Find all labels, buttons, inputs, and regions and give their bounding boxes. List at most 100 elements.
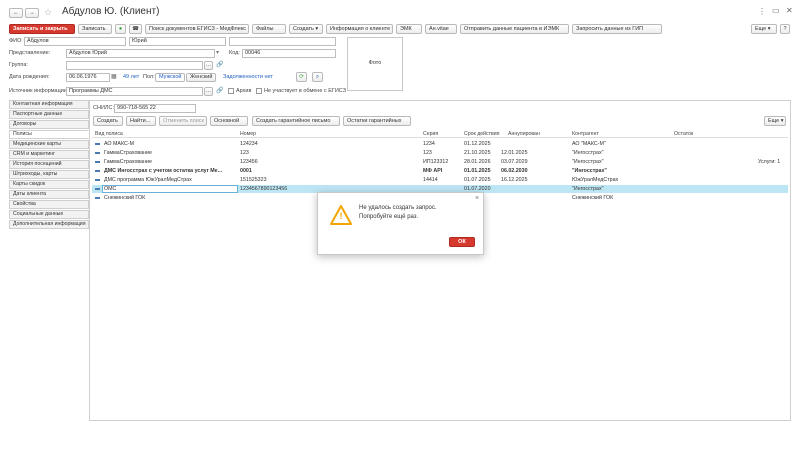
help-button[interactable]: ? xyxy=(780,24,790,34)
sidebar-item[interactable]: Социальные данные xyxy=(9,210,89,219)
cell-type: ДМС программа ЮжУралМедСтрах xyxy=(104,177,192,183)
sidebar-item[interactable]: Паспортные данные xyxy=(9,110,89,119)
photo-box[interactable]: Фото xyxy=(347,37,403,91)
sex-male-button[interactable]: Мужской xyxy=(155,73,185,82)
row-icon xyxy=(95,170,100,172)
more-button[interactable]: Еще ▾ xyxy=(751,24,777,34)
cell-to: 16.12.2025 xyxy=(501,177,528,183)
sidebar-item[interactable]: CRM и маркетинг xyxy=(9,150,89,159)
save-button[interactable]: Записать xyxy=(78,24,112,34)
source-link-icon[interactable]: 🔗 xyxy=(216,87,223,94)
cell-type: ДМС Ингосстрах с учетом остатка услуг Ме… xyxy=(104,168,223,174)
sidebar-item[interactable]: История посещений xyxy=(9,160,89,169)
policy-more-button[interactable]: Еще ▾ xyxy=(764,116,786,126)
anvitae-button[interactable]: Ан.vitae xyxy=(425,24,457,34)
no-egisz-checkbox[interactable] xyxy=(256,88,262,94)
cell-remain: Услуги: 1 xyxy=(758,159,781,165)
window-menu-icon[interactable]: ⋮ xyxy=(758,7,766,16)
sidebar-item[interactable]: Контактная информация xyxy=(9,100,89,109)
representation-field[interactable]: Абдулов Юрий xyxy=(66,49,215,58)
table-row[interactable]: ДМС программа ЮжУралМедСтрах 151525323 144… xyxy=(92,176,788,184)
client-info-button[interactable]: Информация о клиенте ▾ xyxy=(326,24,393,34)
column-header[interactable]: Аннулирован xyxy=(508,130,540,138)
code-label: Код: xyxy=(229,50,240,56)
snils-field[interactable]: 990-718-565 22 xyxy=(114,104,196,113)
sidebar-item[interactable]: Дополнительная информация xyxy=(9,220,89,229)
error-dialog: × ! Не удалось создать запрос. Попробуйт… xyxy=(317,192,484,255)
refresh-icon[interactable]: ⟳ xyxy=(296,72,307,82)
debt-link[interactable]: Задолженности нет xyxy=(223,73,273,81)
sidebar-item[interactable]: Полисы xyxy=(9,130,89,139)
row-icon xyxy=(95,179,100,181)
sidebar-item[interactable]: Карты скидок xyxy=(9,180,89,189)
archive-checkbox[interactable] xyxy=(228,88,234,94)
table-row[interactable]: ГаммаСтрахование 123456 ИП123312 28.01.2026… xyxy=(92,158,788,166)
last-name-field[interactable]: Абдулов xyxy=(24,37,126,46)
group-field[interactable] xyxy=(66,61,203,70)
age-value: 49 лет xyxy=(123,74,140,80)
policy-create-button[interactable]: Создать xyxy=(93,116,123,126)
source-label: Источник информации: xyxy=(9,88,69,94)
dob-field[interactable]: 06.06.1976 xyxy=(66,73,110,82)
send-iemk-button[interactable]: Отправить данные пациента в ИЭМК xyxy=(460,24,569,34)
create-letter-button[interactable]: Создать гарантийное письмо xyxy=(252,116,340,126)
source-select-button[interactable]: … xyxy=(204,87,213,96)
group-select-button[interactable]: … xyxy=(204,61,213,70)
main-policy-button[interactable]: Основной xyxy=(210,116,248,126)
cell-type: ГаммаСтрахование xyxy=(104,150,152,156)
fio-label: ФИО xyxy=(9,38,22,44)
save-close-button[interactable]: Записать и закрыть xyxy=(9,24,75,34)
remains-button[interactable]: Остатки гарантийных xyxy=(343,116,411,126)
column-header[interactable]: Срок действия xyxy=(464,130,499,138)
table-row[interactable]: АО МАКС-М 124234 1234 01.12.2025 АО "МАКС-М" xyxy=(92,140,788,148)
column-header[interactable]: Контрагент xyxy=(572,130,599,138)
phone-icon[interactable]: ☎ xyxy=(129,24,142,34)
create-button[interactable]: Создать ▾ xyxy=(289,24,323,34)
cell-contractor: "Ингосстрах" xyxy=(572,168,607,174)
sidebar-item[interactable]: Даты клиента xyxy=(9,190,89,199)
policy-find-button[interactable]: Найти... xyxy=(126,116,156,126)
code-field[interactable]: 00046 xyxy=(242,49,336,58)
search-icon[interactable]: ⌕ xyxy=(312,72,323,82)
cell-number: 123456 xyxy=(240,159,258,165)
table-row[interactable]: ДМС Ингосстрах с учетом остатка услуг Ме… xyxy=(92,167,788,175)
archive-label: Архив xyxy=(236,88,252,94)
representation-dropdown-icon[interactable]: ▾ xyxy=(216,49,219,56)
column-header[interactable]: Остаток xyxy=(674,130,693,138)
cell-contractor: "Ингосстрах" xyxy=(572,159,604,165)
sex-female-button[interactable]: Женский xyxy=(186,73,216,82)
sidebar-item[interactable]: Договоры xyxy=(9,120,89,129)
group-link-icon[interactable]: 🔗 xyxy=(216,61,223,68)
sidebar-item[interactable]: Штрихкоды, карты xyxy=(9,170,89,179)
first-name-field[interactable]: Юрий xyxy=(129,37,226,46)
dialog-message-line2: Попробуйте ещё раз. xyxy=(359,214,419,220)
emk-button[interactable]: ЭМК xyxy=(396,24,422,34)
favorite-star-icon[interactable]: ☆ xyxy=(44,7,52,18)
dialog-ok-button[interactable]: ОК xyxy=(449,237,475,247)
middle-name-field[interactable] xyxy=(229,37,336,46)
request-gip-button[interactable]: Запросить данные из ГИП xyxy=(572,24,662,34)
source-field[interactable]: Программы ДМС xyxy=(66,87,203,96)
column-header[interactable]: Номер xyxy=(240,130,256,138)
sidebar-item[interactable]: Свойства xyxy=(9,200,89,209)
dialog-close-icon[interactable]: × xyxy=(475,195,479,202)
cancel-search-button[interactable]: Отменить поиск xyxy=(159,116,207,126)
column-header[interactable]: Вид полиса xyxy=(95,130,123,138)
cell-type: ОМС xyxy=(104,186,117,192)
maximize-icon[interactable]: ▭ xyxy=(772,6,780,15)
close-icon[interactable]: ✕ xyxy=(786,6,793,15)
cell-series: 14414 xyxy=(423,177,438,183)
forward-button[interactable]: → xyxy=(25,8,39,18)
table-row[interactable]: ГаммаСтрахование 123 123 21.10.2025 12.01.20… xyxy=(92,149,788,157)
status-icon[interactable]: ● xyxy=(115,24,126,34)
calendar-icon[interactable]: ▦ xyxy=(111,73,117,80)
files-button[interactable]: Файлы xyxy=(252,24,286,34)
search-egisz-button[interactable]: Поиск документов ЕГИСЗ - МедФлекс xyxy=(145,24,249,34)
row-icon xyxy=(95,152,100,154)
back-button[interactable]: ← xyxy=(9,8,23,18)
cell-contractor: "Ингосстрах" xyxy=(572,150,604,156)
cell-number: 123 xyxy=(240,150,249,156)
sidebar-item[interactable]: Медицинские карты xyxy=(9,140,89,149)
column-header[interactable]: Серия xyxy=(423,130,438,138)
cell-number: 0001 xyxy=(240,168,252,174)
